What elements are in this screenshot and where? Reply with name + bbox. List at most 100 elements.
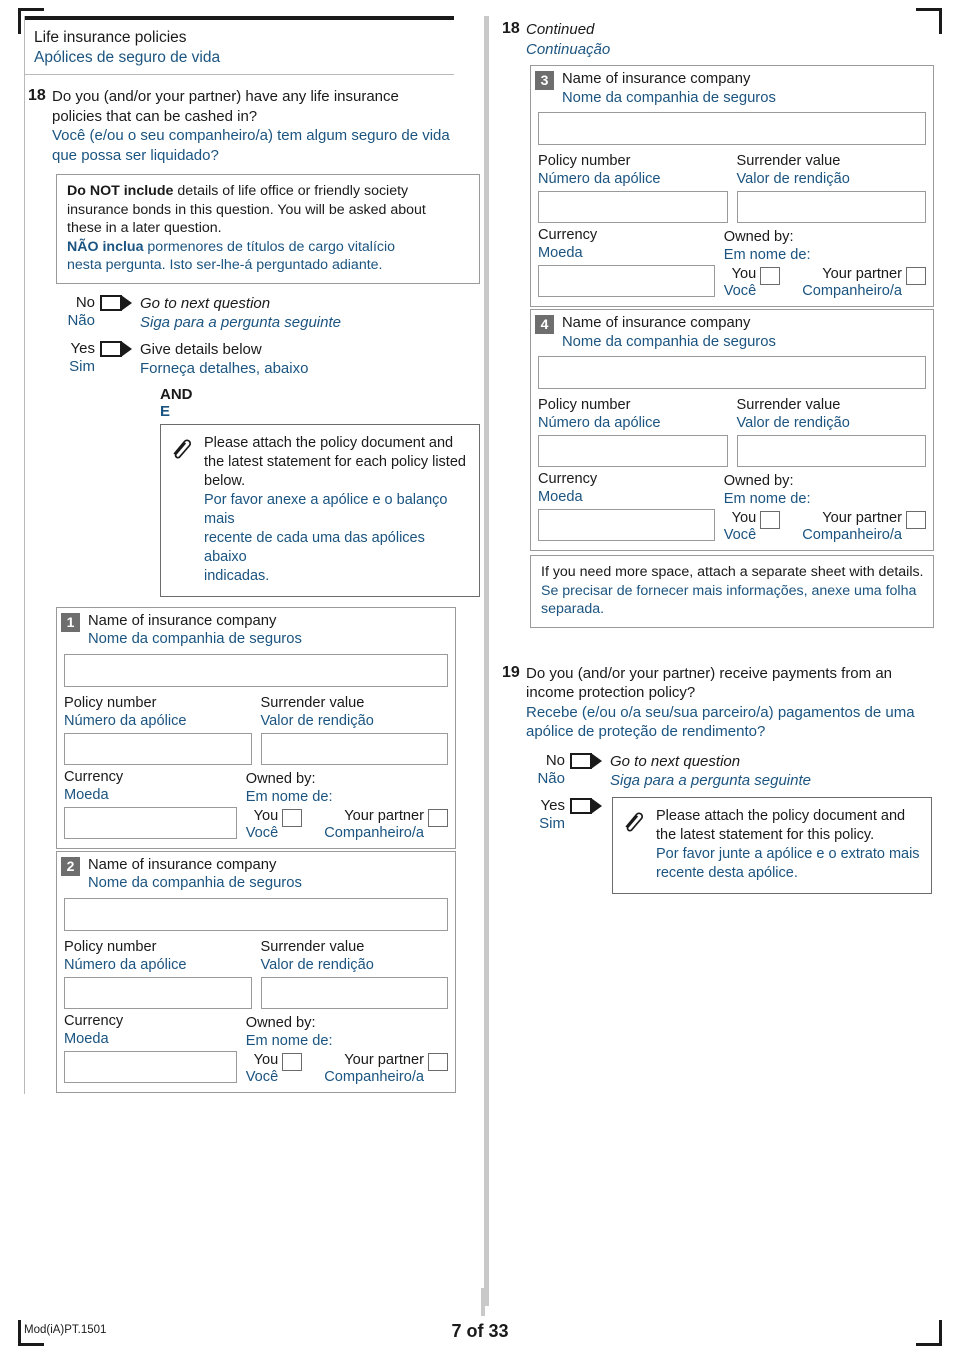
question-18-answers: No Não Go to next question Siga para a p…: [56, 294, 480, 378]
owner-partner[interactable]: Your partner Companheiro/a: [802, 510, 926, 544]
currency-input[interactable]: [538, 509, 715, 541]
q19-yes-label-pt: Sim: [539, 814, 565, 832]
company-name-input[interactable]: [64, 897, 448, 931]
policy-number-input[interactable]: [538, 191, 728, 223]
owner-you-checkbox[interactable]: [760, 511, 781, 529]
owner-partner[interactable]: Your partner Companheiro/a: [324, 808, 448, 842]
question-18-pt-line1: Você (e/ou o seu companheiro/a) tem algu…: [52, 127, 450, 144]
question-19: 19 Do you (and/or your partner) receive …: [498, 664, 942, 742]
owner-partner-label-en: Your partner: [344, 807, 424, 824]
owner-you[interactable]: You Você: [246, 1052, 303, 1086]
attach-pt-line2: recente de cada uma das apólices abaixo: [204, 529, 425, 565]
surrender-value-label-pt: Valor de rendição: [260, 956, 374, 973]
owner-partner-checkbox[interactable]: [906, 511, 926, 529]
question-19-yes-row[interactable]: Yes Sim Please attach the policy documen…: [526, 796, 942, 894]
note-pt-rest1: pormenores de títulos de cargo vitalício: [143, 238, 396, 255]
owner-you[interactable]: You Você: [246, 808, 303, 842]
company-name-input[interactable]: [538, 112, 926, 145]
do-not-include-note: Do NOT include details of life office or…: [56, 174, 480, 284]
owner-you[interactable]: You Você: [724, 266, 781, 300]
question-18-number: 18: [28, 87, 46, 104]
q18-yes-checkbox[interactable]: [100, 340, 122, 357]
policy-number-label-en: Policy number: [538, 153, 631, 169]
company-label-en: Name of insurance company: [88, 612, 277, 629]
owner-you-label-en: You: [731, 266, 757, 282]
policy-number-input[interactable]: [538, 435, 728, 467]
owner-you-checkbox[interactable]: [760, 267, 781, 285]
q18-no-checkbox[interactable]: [100, 294, 122, 311]
q19-attach-pt-line2: recente desta apólice.: [656, 864, 798, 881]
q19-attach-en-line2: the latest statement for this policy.: [656, 826, 875, 843]
more-space-en: If you need more space, attach a separat…: [541, 564, 924, 580]
currency-input[interactable]: [538, 265, 715, 297]
company-label-pt: Nome da companhia de seguros: [88, 631, 302, 647]
policy-number-label-pt: Número da apólice: [64, 712, 187, 729]
policy-number-input[interactable]: [64, 732, 252, 765]
owner-you-checkbox[interactable]: [282, 808, 303, 827]
more-space-note: If you need more space, attach a separat…: [530, 555, 934, 628]
owned-by-label-pt: Em nome de:: [723, 247, 811, 263]
surrender-value-input[interactable]: [736, 191, 926, 223]
surrender-value-input[interactable]: [260, 732, 448, 765]
currency-label-en: Currency: [538, 471, 598, 487]
surrender-value-input[interactable]: [260, 976, 448, 1009]
q18-yes-action-en: Give details below: [140, 340, 262, 358]
note-pt-bold: NÃO inclua: [67, 238, 144, 255]
owner-partner-checkbox[interactable]: [906, 267, 926, 285]
question-18: 18 Do you (and/or your partner) have any…: [24, 87, 480, 165]
owner-you[interactable]: You Você: [724, 510, 781, 544]
paperclip-icon: [170, 434, 196, 586]
left-column-edge-rule: [24, 16, 25, 1094]
company-label-pt: Nome da companhia de seguros: [88, 875, 302, 891]
owner-partner[interactable]: Your partner Companheiro/a: [802, 266, 926, 300]
attach-policy-note: Please attach the policy document and th…: [160, 423, 480, 597]
owned-by-label-en: Owned by:: [723, 229, 794, 245]
currency-label-pt: Moeda: [64, 786, 109, 803]
surrender-value-input[interactable]: [736, 435, 926, 467]
owner-partner-label-en: Your partner: [822, 266, 902, 282]
owned-by-label-en: Owned by:: [723, 473, 794, 489]
owner-partner-label-pt: Companheiro/a: [324, 1068, 424, 1085]
policy-number-label-en: Policy number: [538, 397, 631, 413]
currency-input[interactable]: [64, 1050, 237, 1083]
owner-partner-checkbox[interactable]: [428, 808, 448, 827]
question-19-pt-line1: Recebe (e/ou o/a seu/sua parceiro/a) pag…: [526, 703, 915, 721]
policy-number-label-en: Policy number: [64, 938, 157, 955]
policy-block-2-badge: 2: [61, 856, 80, 876]
question-18-en-line2: policies that can be cashed in?: [52, 107, 258, 125]
company-label-en: Name of insurance company: [562, 315, 751, 331]
surrender-value-label-en: Surrender value: [736, 397, 841, 413]
question-18-no-row[interactable]: No Não Go to next question Siga para a p…: [56, 294, 480, 332]
q19-no-label-en: No: [545, 751, 565, 769]
policy-block-3: 3 Name of insurance company Nome da comp…: [530, 65, 934, 307]
company-name-input[interactable]: [64, 653, 448, 687]
company-name-input[interactable]: [538, 356, 926, 389]
owner-you-checkbox[interactable]: [282, 1052, 303, 1071]
owner-partner-label-en: Your partner: [344, 1051, 424, 1068]
continued-number: 18: [502, 20, 520, 37]
owner-partner-label-pt: Companheiro/a: [324, 824, 424, 841]
surrender-value-label-pt: Valor de rendição: [736, 415, 850, 431]
policy-block-3-header: 3 Name of insurance company Nome da comp…: [531, 66, 933, 109]
policy-block-2-header: 2 Name of insurance company Nome da comp…: [57, 852, 455, 895]
policy-number-label-en: Policy number: [64, 694, 157, 711]
policy-block-4-badge: 4: [535, 315, 554, 334]
q18-yes-label-en: Yes: [70, 339, 95, 357]
question-18-yes-row[interactable]: Yes Sim Give details below Forneça detal…: [56, 340, 480, 378]
question-19-no-row[interactable]: No Não Go to next question Siga para a p…: [526, 752, 942, 790]
currency-input[interactable]: [64, 806, 237, 839]
footer-divider-tick: [481, 1288, 485, 1316]
paperclip-icon: [622, 807, 648, 883]
owner-partner-label-pt: Companheiro/a: [802, 283, 902, 299]
owner-partner[interactable]: Your partner Companheiro/a: [324, 1052, 448, 1086]
question-18-continued: 18 Continued Continuação: [498, 20, 942, 59]
owner-partner-checkbox[interactable]: [428, 1052, 448, 1071]
policy-number-input[interactable]: [64, 976, 252, 1009]
owner-partner-label-en: Your partner: [822, 510, 902, 526]
q19-yes-checkbox[interactable]: [570, 797, 592, 814]
q19-attach-pt-line1: Por favor junte a apólice e o extrato ma…: [656, 845, 920, 862]
question-19-number: 19: [502, 663, 520, 681]
note-en-line3: these in a later question.: [67, 220, 222, 236]
q19-no-checkbox[interactable]: [570, 752, 592, 769]
owner-you-label-en: You: [731, 510, 757, 526]
